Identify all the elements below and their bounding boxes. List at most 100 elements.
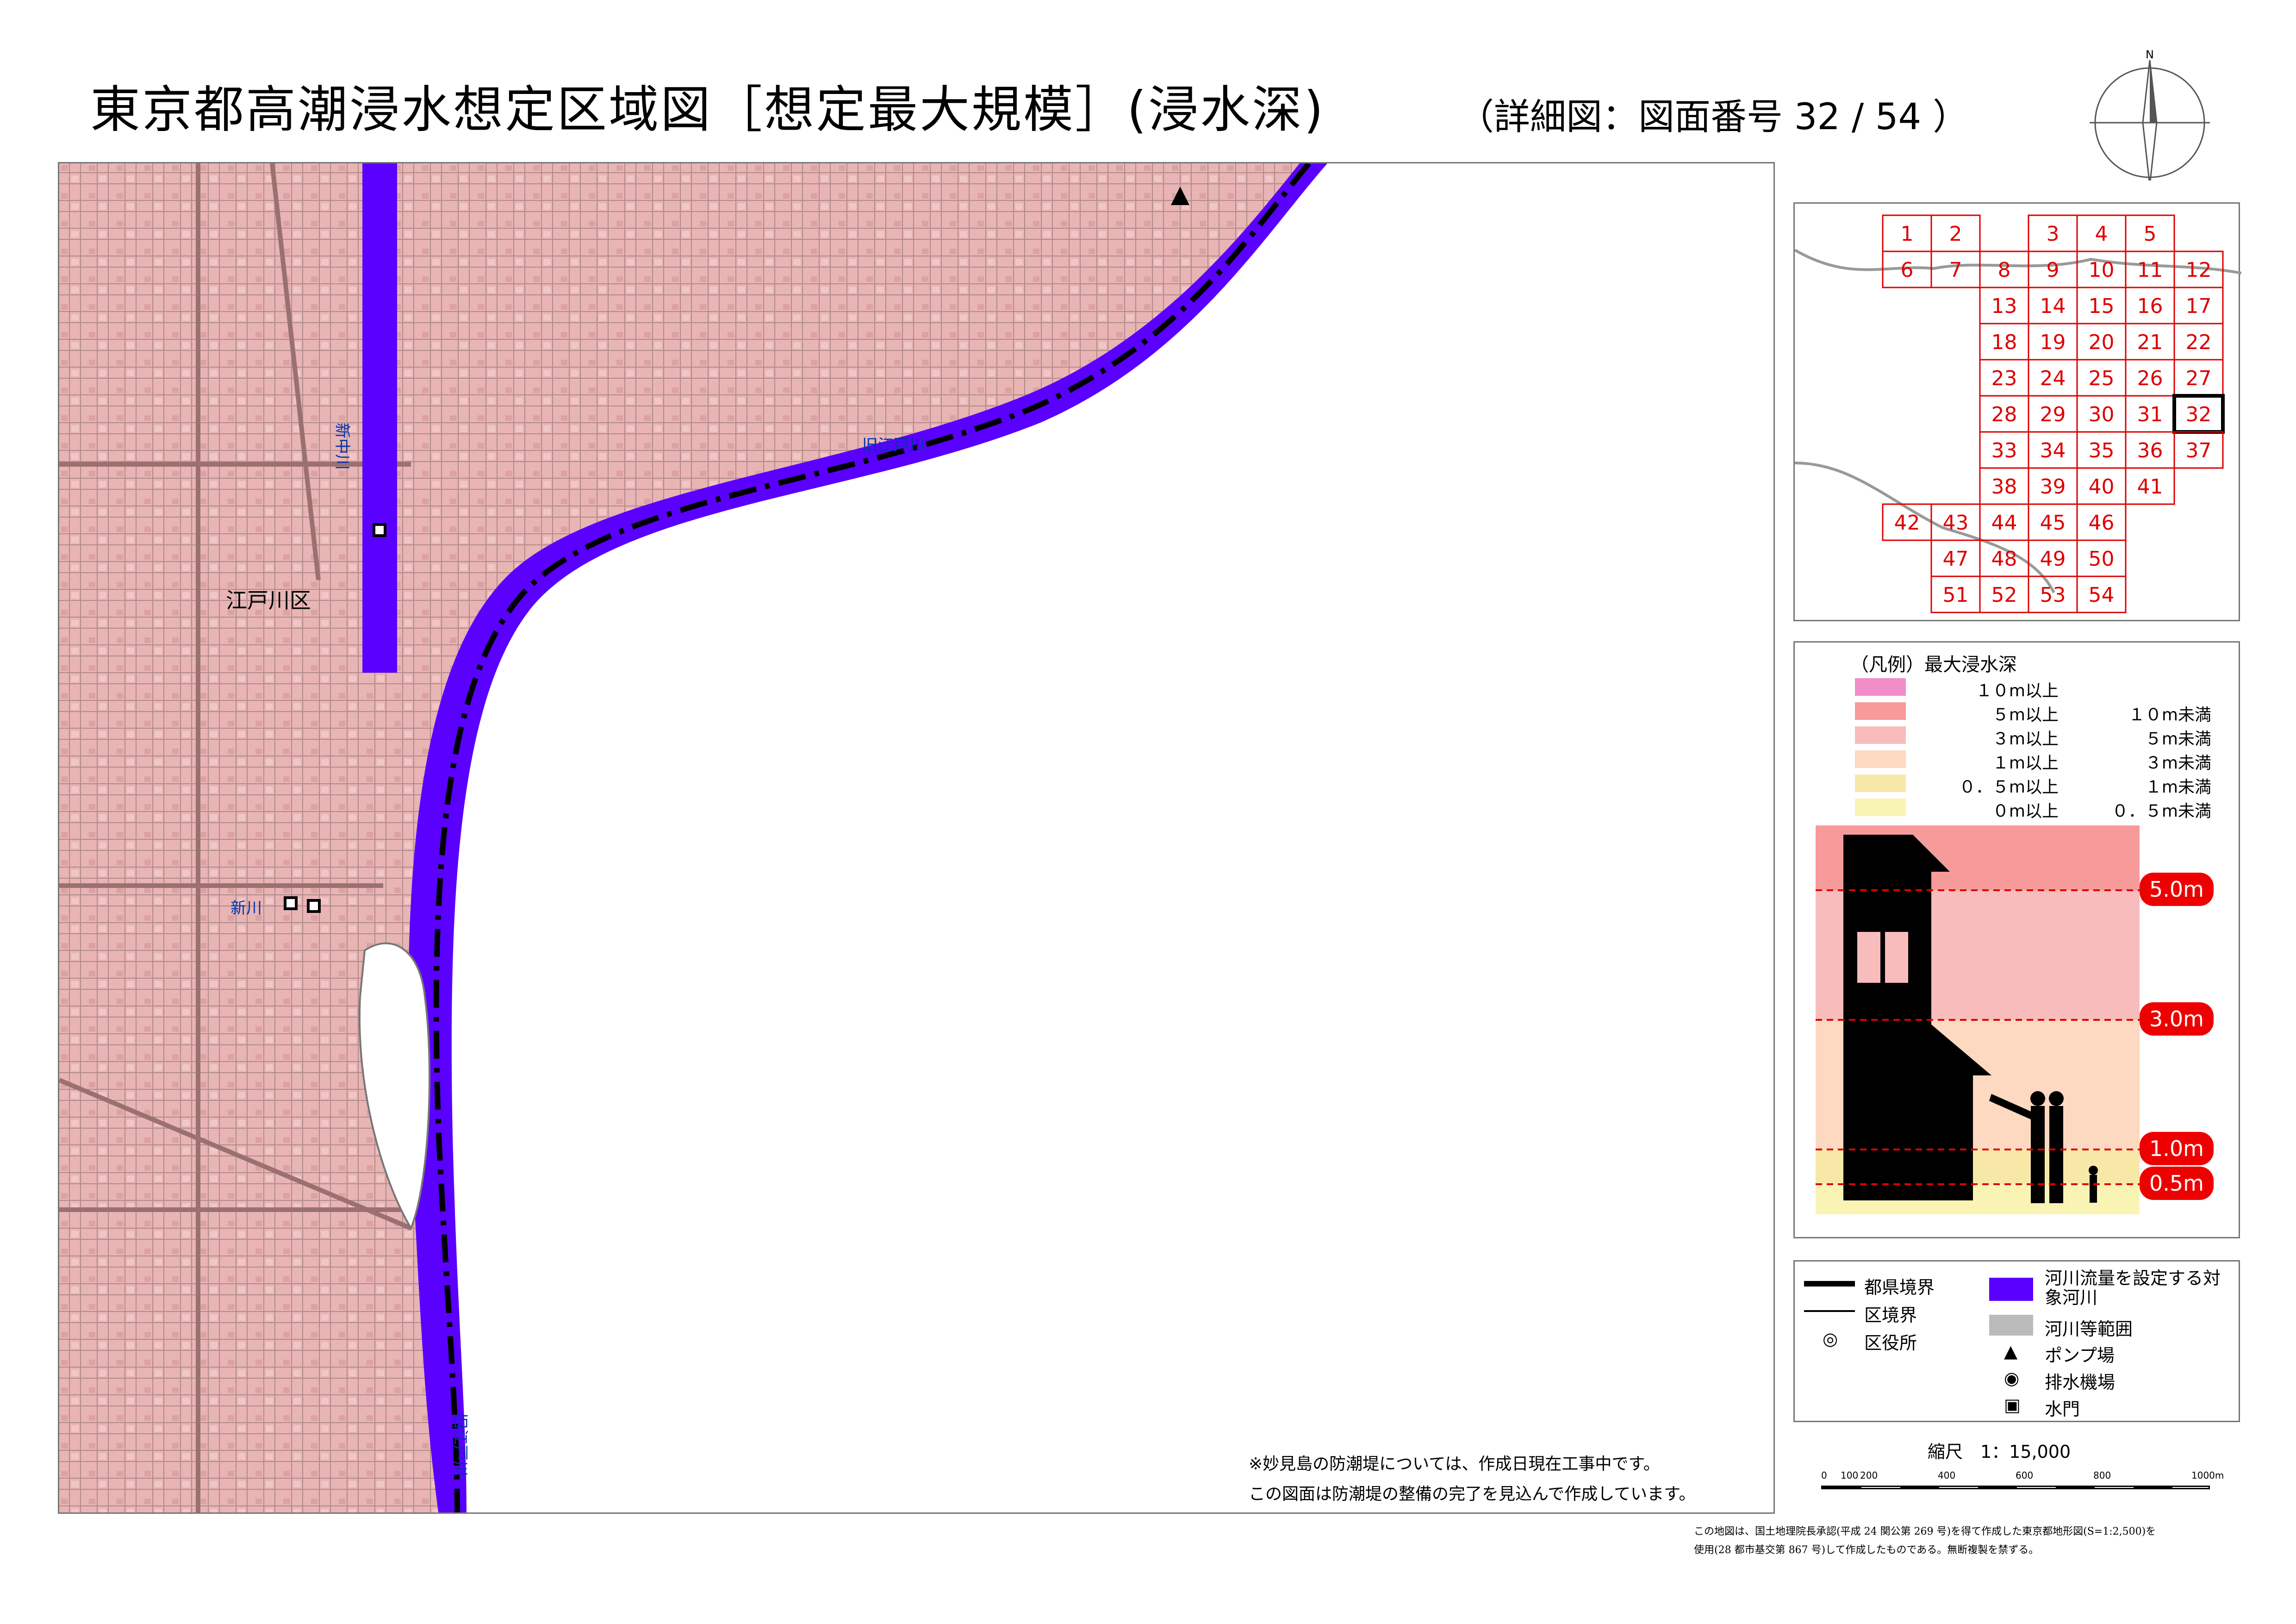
index-cell: 8 (1979, 250, 2029, 288)
scale-bar: 0 100 200 400 600 800 1000m (1821, 1470, 2238, 1498)
index-cell-label: 42 (1894, 511, 1920, 535)
legend-to: ０．５m未満 (2111, 802, 2211, 821)
legend-from: １m以上 (1992, 754, 2059, 773)
index-grid: 1 2 3 4 56 7 8 9 10 11 1213 14 15 16 1718 19 20 21 2223 24 2… (1794, 214, 2242, 613)
index-cell: 38 (1979, 467, 2029, 505)
prefecture-border-sample (1804, 1281, 1855, 1287)
index-cell-label: 5 (2144, 222, 2157, 246)
legend-swatch (1855, 702, 1906, 720)
index-cell: 29 (2028, 395, 2078, 433)
index-cell-label: 14 (2040, 294, 2066, 318)
main-map[interactable]: 江戸川区 新中川 旧江戸川 新川 旧江戸川 ※妙見島の防潮堤については、作成日現… (58, 162, 1775, 1514)
index-cell-label: 9 (2047, 258, 2060, 282)
index-cell-label: 45 (2040, 511, 2066, 535)
index-cell-label: 52 (1991, 583, 2017, 607)
index-cell-label: 30 (2089, 403, 2115, 426)
index-cell: 26 (2125, 359, 2175, 397)
index-cell: 53 (2028, 575, 2078, 613)
index-cell: 31 (2125, 395, 2175, 433)
index-cell-label: 32 (2186, 403, 2212, 426)
floodgate-legend-icon: ▣ (2004, 1395, 2021, 1415)
index-cell: 10 (2076, 250, 2127, 288)
scale-tick-label: 100 (1841, 1470, 1859, 1481)
index-cell: 52 (1979, 575, 2029, 613)
index-cell-label: 51 (1943, 583, 1969, 607)
legend-from: ５m以上 (1992, 706, 2059, 725)
index-cell-label: 54 (2089, 583, 2115, 607)
index-cell: 47 (1930, 539, 1981, 577)
index-cell-label: 1 (1901, 222, 1914, 246)
index-cell-label: 35 (2089, 439, 2115, 462)
legend-from: ３m以上 (1992, 730, 2059, 749)
index-cell-label: 10 (2089, 258, 2115, 282)
target-river-swatch (1989, 1278, 2033, 1301)
legend-swatch (1855, 750, 1906, 768)
index-cell-label: 38 (1991, 475, 2017, 499)
river-label-shinkawa: 新川 (230, 899, 262, 918)
index-cell: 4 (2076, 214, 2127, 252)
index-cell-label: 34 (2040, 439, 2066, 462)
index-cell: 24 (2028, 359, 2078, 397)
index-cell-label: 23 (1991, 367, 2017, 390)
index-cell: 16 (2125, 287, 2175, 325)
index-cell: 23 (1979, 359, 2029, 397)
index-cell: 2 (1930, 214, 1981, 252)
index-cell-label: 47 (1943, 547, 1969, 571)
sheet-subtitle: （詳細図：図面番号 32 / 54 ） (1458, 96, 1969, 138)
index-cell: 41 (2125, 467, 2175, 505)
index-cell: 17 (2173, 287, 2224, 325)
river-label-kyuedogawa-upper: 旧江戸川 (862, 436, 925, 455)
scale-tick-label: 1000m (2191, 1470, 2224, 1481)
index-map[interactable]: 1 2 3 4 5 6 7 8 9 10 11 12 13 14 15 16 17 18 19 20 21 22 23 24 2… (1793, 202, 2242, 621)
index-cell-label: 46 (2089, 511, 2115, 535)
river-label-shinnaka: 新中川 (333, 423, 351, 470)
index-cell-label: 2 (1949, 222, 1962, 246)
legend-to: ３m未満 (2145, 754, 2211, 773)
ward-office-icon: ◎ (1823, 1329, 1838, 1349)
index-cell-label: 21 (2137, 331, 2163, 354)
index-cell-label: 25 (2089, 367, 2115, 390)
legend-to: ５m未満 (2145, 730, 2211, 749)
credit-line-2: 使用(28 都市基交第 867 号)して作成したものである。無断複製を禁ずる。 (1694, 1544, 2039, 1556)
depth-badge-5m: 5.0m (2140, 873, 2214, 906)
index-cell-label: 37 (2186, 439, 2212, 462)
index-cell: 20 (2076, 323, 2127, 361)
shinnaka-river (362, 163, 397, 673)
house-depth-figure (1816, 825, 2140, 1214)
index-cell-label: 43 (1943, 511, 1969, 535)
scale-tick-label: 800 (2093, 1470, 2111, 1481)
depth-badge-05m: 0.5m (2140, 1167, 2214, 1200)
index-cell-label: 3 (2047, 222, 2060, 246)
index-cell: 14 (2028, 287, 2078, 325)
legend-to: １０m未満 (2128, 706, 2211, 725)
index-cell-label: 27 (2186, 367, 2212, 390)
legend-drainage-station: 排水機場 (2045, 1372, 2116, 1393)
ward-label: 江戸川区 (226, 588, 311, 613)
floodgate-icon (373, 523, 386, 537)
index-cell: 37 (2173, 431, 2224, 469)
index-cell: 28 (1979, 395, 2029, 433)
scale-tick-label: 200 (1860, 1470, 1878, 1481)
floodgate-icon (284, 896, 298, 910)
legend-to: １m未満 (2145, 778, 2211, 797)
index-cell: 36 (2125, 431, 2175, 469)
scale-tick-label: 600 (2016, 1470, 2034, 1481)
index-cell-label: 31 (2137, 403, 2163, 426)
index-cell: 18 (1979, 323, 2029, 361)
river-label-kyuedogawa-lower: 旧江戸川 (451, 1413, 469, 1476)
map-canvas: 江戸川区 新中川 旧江戸川 新川 旧江戸川 (59, 163, 1327, 1512)
river-area-swatch (1989, 1315, 2033, 1336)
index-cell: 32 (2172, 394, 2225, 434)
legend-ward-office: 区役所 (1864, 1333, 1917, 1353)
index-cell: 30 (2076, 395, 2127, 433)
index-cell-label: 12 (2186, 258, 2212, 282)
index-cell: 1 (1882, 214, 1932, 252)
index-cell: 25 (2076, 359, 2127, 397)
index-cell: 44 (1979, 503, 2029, 541)
scale-tick-label: 0 (1821, 1470, 1827, 1481)
legend-pump-station: ポンプ場 (2045, 1345, 2115, 1366)
drainage-station-legend-icon: ◉ (2004, 1368, 2020, 1388)
index-cell-label: 36 (2137, 439, 2163, 462)
index-cell-label: 44 (1991, 511, 2017, 535)
depth-legend: （凡例）最大浸水深 １０m以上 ５m以上 １０m未満 ３m以上 ５m未満 １m以上 ３m未満… (1793, 641, 2240, 1238)
